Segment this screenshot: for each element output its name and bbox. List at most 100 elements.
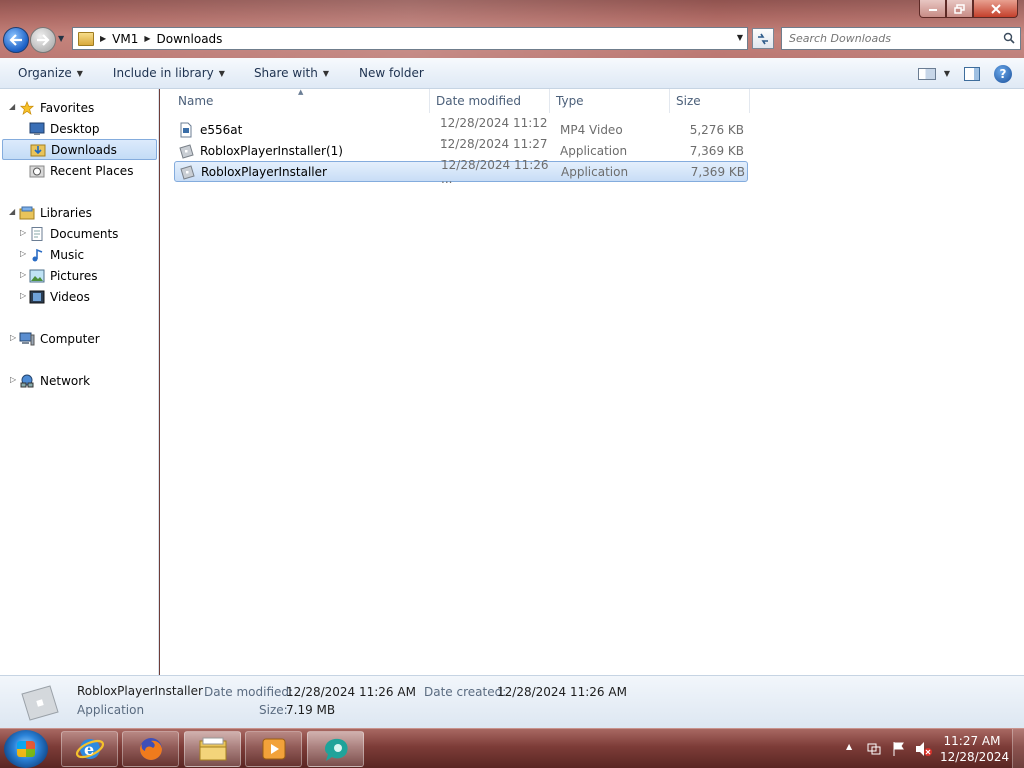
taskbar-media-player[interactable] bbox=[245, 731, 302, 767]
nav-network-label: Network bbox=[40, 373, 91, 388]
nav-libraries[interactable]: Libraries bbox=[19, 202, 92, 223]
include-in-library-label: Include in library bbox=[112, 66, 214, 80]
nav-pictures[interactable]: Pictures bbox=[29, 265, 98, 286]
nav-network[interactable]: Network bbox=[19, 370, 90, 391]
star-icon bbox=[19, 100, 35, 115]
details-date-modified-label: Date modified: bbox=[204, 685, 294, 699]
network-icon bbox=[20, 374, 34, 387]
new-folder-button[interactable]: New folder bbox=[329, 58, 424, 88]
minimize-button[interactable] bbox=[919, 0, 946, 18]
clock-date: 12/28/2024 bbox=[940, 750, 1010, 764]
column-name-label: Name bbox=[178, 94, 214, 108]
new-folder-label: New folder bbox=[359, 66, 424, 80]
search-box[interactable] bbox=[781, 27, 1021, 50]
action-center-flag-icon[interactable] bbox=[892, 741, 906, 757]
command-bar: Organize ▼ Include in library ▼ Share with… bbox=[0, 58, 1024, 89]
network-tray-icon[interactable] bbox=[866, 741, 882, 757]
media-player-icon bbox=[262, 738, 285, 760]
nav-videos[interactable]: Videos bbox=[29, 286, 90, 307]
expand-documents-icon[interactable]: ▷ bbox=[20, 228, 26, 237]
taskbar-windows-explorer[interactable] bbox=[184, 731, 241, 767]
address-bar[interactable]: ▶ VM1 ▶ Downloads ▼ bbox=[72, 27, 748, 50]
maximize-button[interactable] bbox=[946, 0, 973, 18]
expand-pictures-icon[interactable]: ▷ bbox=[20, 270, 26, 279]
breadcrumb-downloads[interactable]: Downloads bbox=[157, 32, 223, 46]
toolbar-right-group: ▼ ? bbox=[917, 58, 1012, 89]
expand-music-icon[interactable]: ▷ bbox=[20, 249, 26, 258]
recent-places-icon bbox=[29, 165, 45, 177]
file-type: MP4 Video bbox=[560, 122, 623, 137]
nav-recent-places-label: Recent Places bbox=[50, 163, 134, 178]
recent-pages-dropdown[interactable]: ▼ bbox=[58, 34, 64, 43]
search-input[interactable] bbox=[782, 28, 992, 49]
chevron-down-icon[interactable]: ▼ bbox=[737, 33, 743, 42]
change-view-button[interactable]: ▼ bbox=[917, 67, 950, 80]
desktop-icon bbox=[29, 122, 45, 135]
file-type: Application bbox=[560, 143, 628, 158]
volume-muted-icon[interactable] bbox=[915, 741, 933, 757]
share-with-button[interactable]: Share with ▼ bbox=[225, 58, 329, 88]
taskbar-app[interactable] bbox=[307, 731, 364, 767]
column-date-modified-label: Date modified bbox=[436, 94, 522, 108]
start-button[interactable] bbox=[4, 730, 48, 768]
expand-computer-icon[interactable]: ▷ bbox=[10, 333, 16, 342]
expand-libraries-icon[interactable]: ◢ bbox=[9, 207, 15, 216]
restore-icon bbox=[954, 3, 965, 14]
refresh-button[interactable] bbox=[752, 28, 774, 49]
column-date-modified[interactable]: Date modified bbox=[430, 89, 550, 113]
taskbar-clock[interactable]: 11:27 AM 12/28/2024 bbox=[940, 733, 1010, 765]
taskbar-internet-explorer[interactable]: e bbox=[61, 731, 118, 767]
expand-favorites-icon[interactable]: ◢ bbox=[9, 102, 15, 111]
column-size[interactable]: Size bbox=[670, 89, 750, 113]
details-size: 7.19 MB bbox=[286, 703, 336, 717]
file-name: e556at bbox=[200, 122, 243, 137]
clock-time: 11:27 AM bbox=[943, 734, 1001, 748]
forward-button[interactable] bbox=[30, 27, 56, 53]
libraries-icon bbox=[19, 206, 35, 219]
details-pane: RobloxPlayerInstaller Application Date m… bbox=[0, 675, 1024, 728]
chevron-down-icon: ▼ bbox=[943, 69, 950, 78]
file-name: RobloxPlayerInstaller bbox=[201, 164, 327, 179]
organize-button[interactable]: Organize ▼ bbox=[0, 58, 83, 88]
details-file-name: RobloxPlayerInstaller bbox=[77, 684, 203, 698]
navigation-pane: ◢ Favorites Desktop Downloads Recent Pla… bbox=[0, 89, 159, 675]
computer-icon bbox=[19, 332, 35, 345]
preview-pane-icon[interactable] bbox=[964, 66, 980, 81]
search-icon[interactable] bbox=[1003, 32, 1015, 44]
file-name-cell: RobloxPlayerInstaller(1) bbox=[174, 143, 432, 159]
nav-documents[interactable]: Documents bbox=[29, 223, 118, 244]
nav-downloads[interactable]: Downloads bbox=[2, 139, 157, 160]
chevron-right-icon[interactable]: ▶ bbox=[100, 34, 106, 43]
nav-libraries-label: Libraries bbox=[40, 205, 92, 220]
file-row-selected[interactable]: RobloxPlayerInstaller 12/28/2024 11:26 .… bbox=[174, 158, 748, 186]
nav-desktop-label: Desktop bbox=[50, 121, 100, 136]
nav-desktop[interactable]: Desktop bbox=[29, 118, 100, 139]
nav-music[interactable]: Music bbox=[29, 244, 84, 265]
details-date-modified: 12/28/2024 11:26 AM bbox=[286, 685, 416, 699]
arrow-left-icon bbox=[9, 34, 22, 46]
videos-icon bbox=[29, 290, 45, 303]
column-type[interactable]: Type bbox=[550, 89, 670, 113]
nav-favorites-label: Favorites bbox=[40, 100, 95, 115]
back-button[interactable] bbox=[3, 27, 29, 53]
chevron-right-icon[interactable]: ▶ bbox=[144, 34, 150, 43]
sort-ascending-icon: ▲ bbox=[298, 88, 304, 96]
caption-buttons bbox=[919, 0, 1018, 18]
breadcrumb-vm1[interactable]: VM1 bbox=[112, 32, 138, 46]
expand-network-icon[interactable]: ▷ bbox=[10, 375, 16, 384]
expand-videos-icon[interactable]: ▷ bbox=[20, 291, 26, 300]
nav-favorites[interactable]: Favorites bbox=[19, 97, 94, 118]
taskbar-firefox[interactable] bbox=[122, 731, 179, 767]
nav-computer[interactable]: Computer bbox=[19, 328, 100, 349]
file-size: 7,369 KB bbox=[690, 164, 745, 179]
include-in-library-button[interactable]: Include in library ▼ bbox=[83, 58, 225, 88]
help-icon[interactable]: ? bbox=[994, 64, 1012, 83]
nav-recent-places[interactable]: Recent Places bbox=[29, 160, 133, 181]
details-date-created: 12/28/2024 11:26 AM bbox=[497, 685, 627, 699]
show-hidden-icons-icon[interactable]: ▲ bbox=[846, 742, 852, 751]
application-icon bbox=[179, 143, 194, 159]
downloads-folder-icon bbox=[30, 144, 46, 156]
show-desktop-button[interactable] bbox=[1012, 729, 1024, 768]
file-name-cell: e556at bbox=[174, 122, 432, 138]
close-button[interactable] bbox=[973, 0, 1018, 18]
